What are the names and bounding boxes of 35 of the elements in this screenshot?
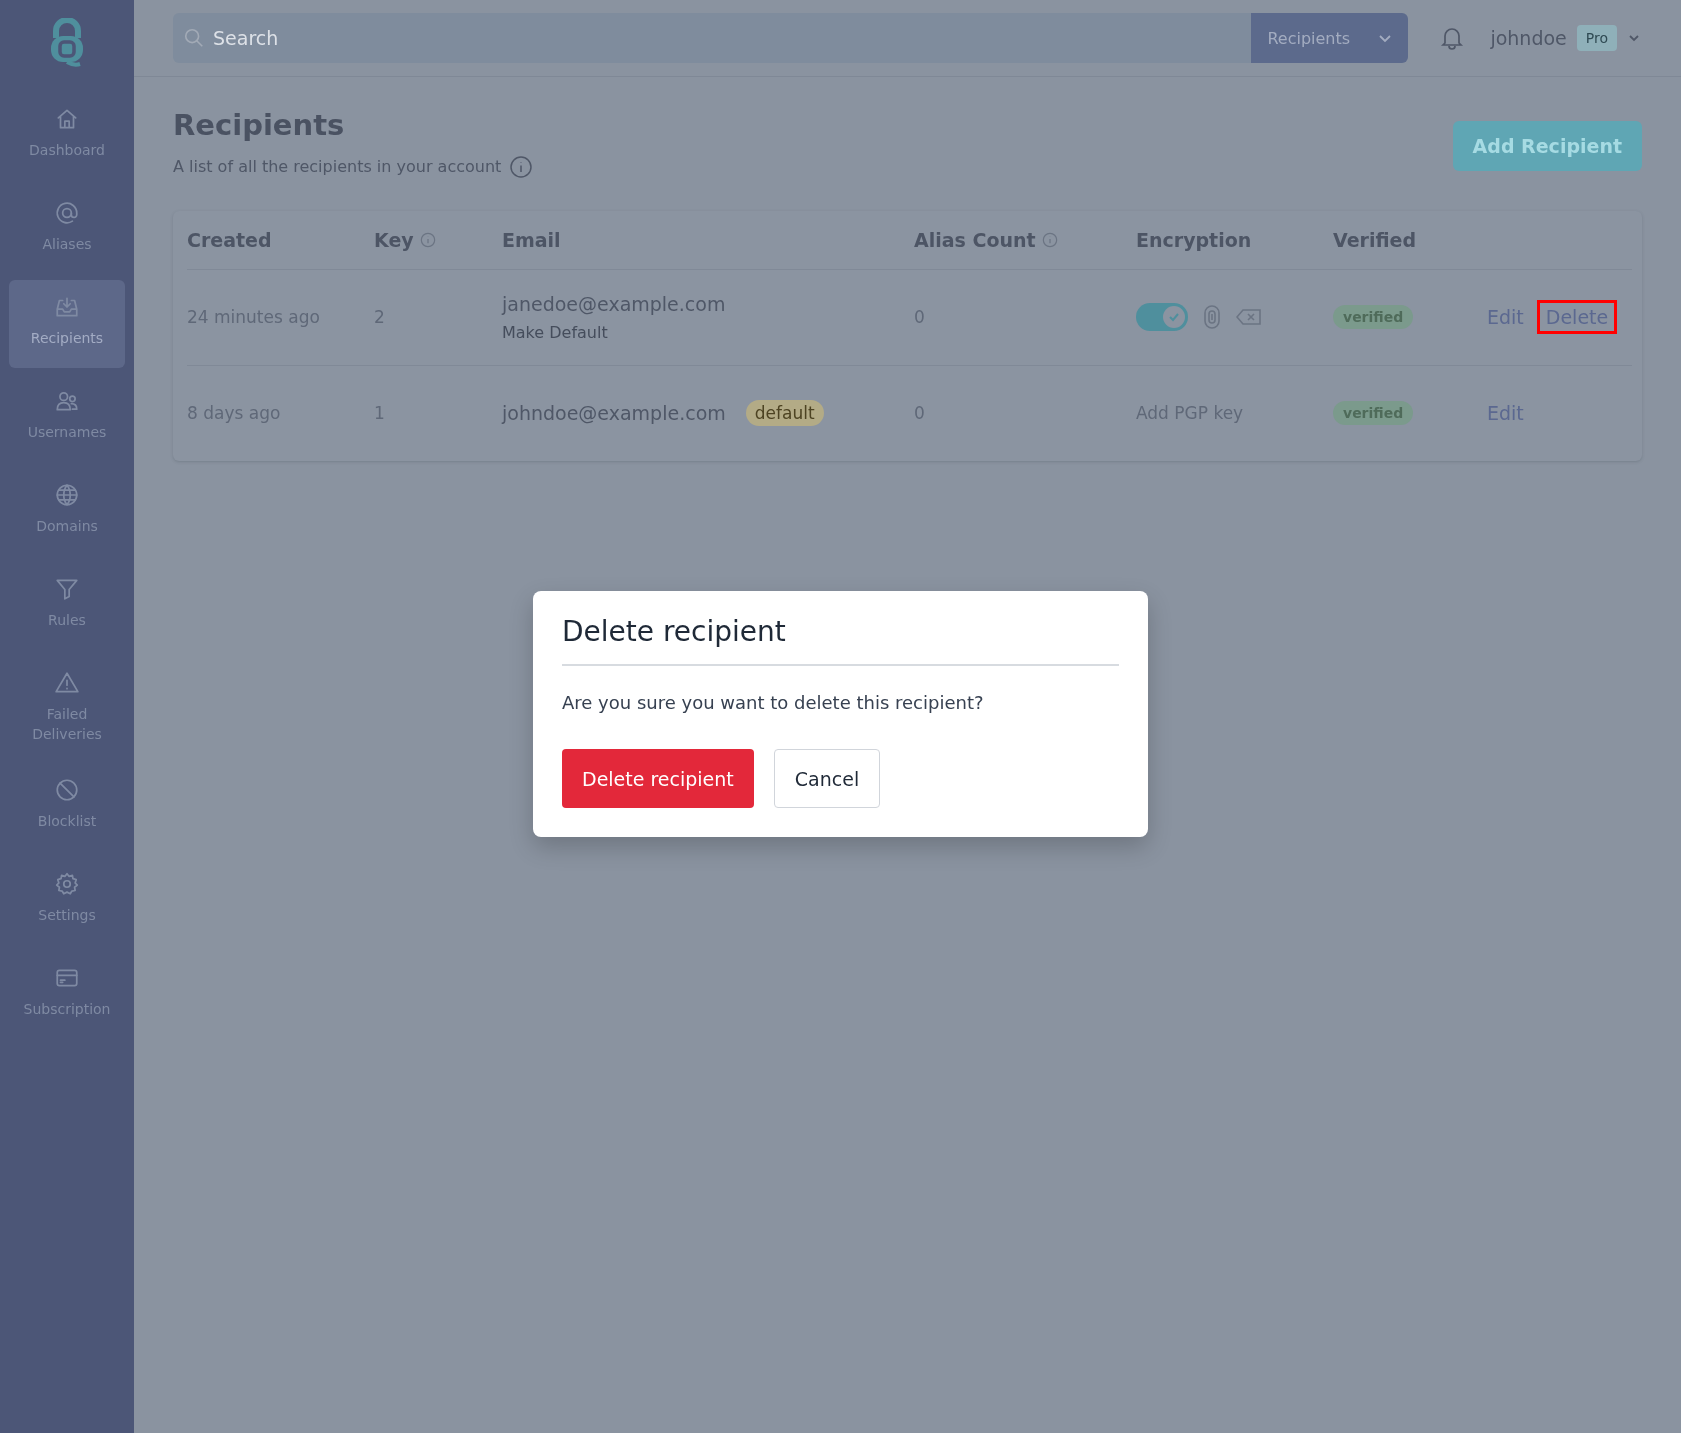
- dialog-message: Are you sure you want to delete this recipient?: [562, 692, 985, 713]
- nav-icon: [54, 670, 80, 696]
- encryption-toggle[interactable]: [1136, 303, 1188, 332]
- add-recipient-button[interactable]: Add Recipient: [1452, 121, 1642, 171]
- column-header: Verified: [1333, 228, 1416, 251]
- sidebar-item[interactable]: Recipients: [9, 280, 125, 368]
- username[interactable]: johndoe: [1490, 27, 1567, 49]
- make-default-link[interactable]: Make Default: [502, 322, 726, 342]
- column-header: Email: [502, 228, 561, 251]
- page-title: Recipients: [173, 107, 346, 144]
- nav-icon: [54, 482, 80, 508]
- logo-icon: [48, 18, 86, 68]
- remove-key-icon[interactable]: [1236, 307, 1262, 328]
- column-header: Encryption: [1136, 228, 1252, 251]
- notification-bell-icon: [1440, 25, 1465, 51]
- nav-icon: [54, 576, 80, 602]
- info-icon: [509, 154, 534, 179]
- column-header: Created: [187, 228, 272, 251]
- delete-recipient-button[interactable]: Delete recipient: [562, 749, 754, 808]
- recipient-email: janedoe@example.com: [502, 292, 726, 315]
- nav-icon: [54, 870, 80, 897]
- check-icon: [1168, 311, 1180, 324]
- dialog-title: Delete recipient: [562, 615, 1119, 666]
- plan-badge: Pro: [1576, 25, 1617, 51]
- cancel-button[interactable]: Cancel: [773, 749, 881, 808]
- recipient-email: johndoe@example.com: [502, 402, 726, 425]
- column-header: Alias Count: [914, 228, 1036, 251]
- nav-icon: [54, 200, 80, 226]
- column-header: Key: [374, 228, 414, 251]
- default-badge: default: [745, 400, 824, 427]
- nav-icon: [54, 776, 80, 803]
- fingerprint-icon[interactable]: [1202, 305, 1222, 330]
- page-subtitle: A list of all the recipients in your account: [173, 157, 502, 177]
- scope-dropdown[interactable]: Recipients: [1251, 13, 1409, 63]
- search-field[interactable]: Search: [173, 13, 1252, 63]
